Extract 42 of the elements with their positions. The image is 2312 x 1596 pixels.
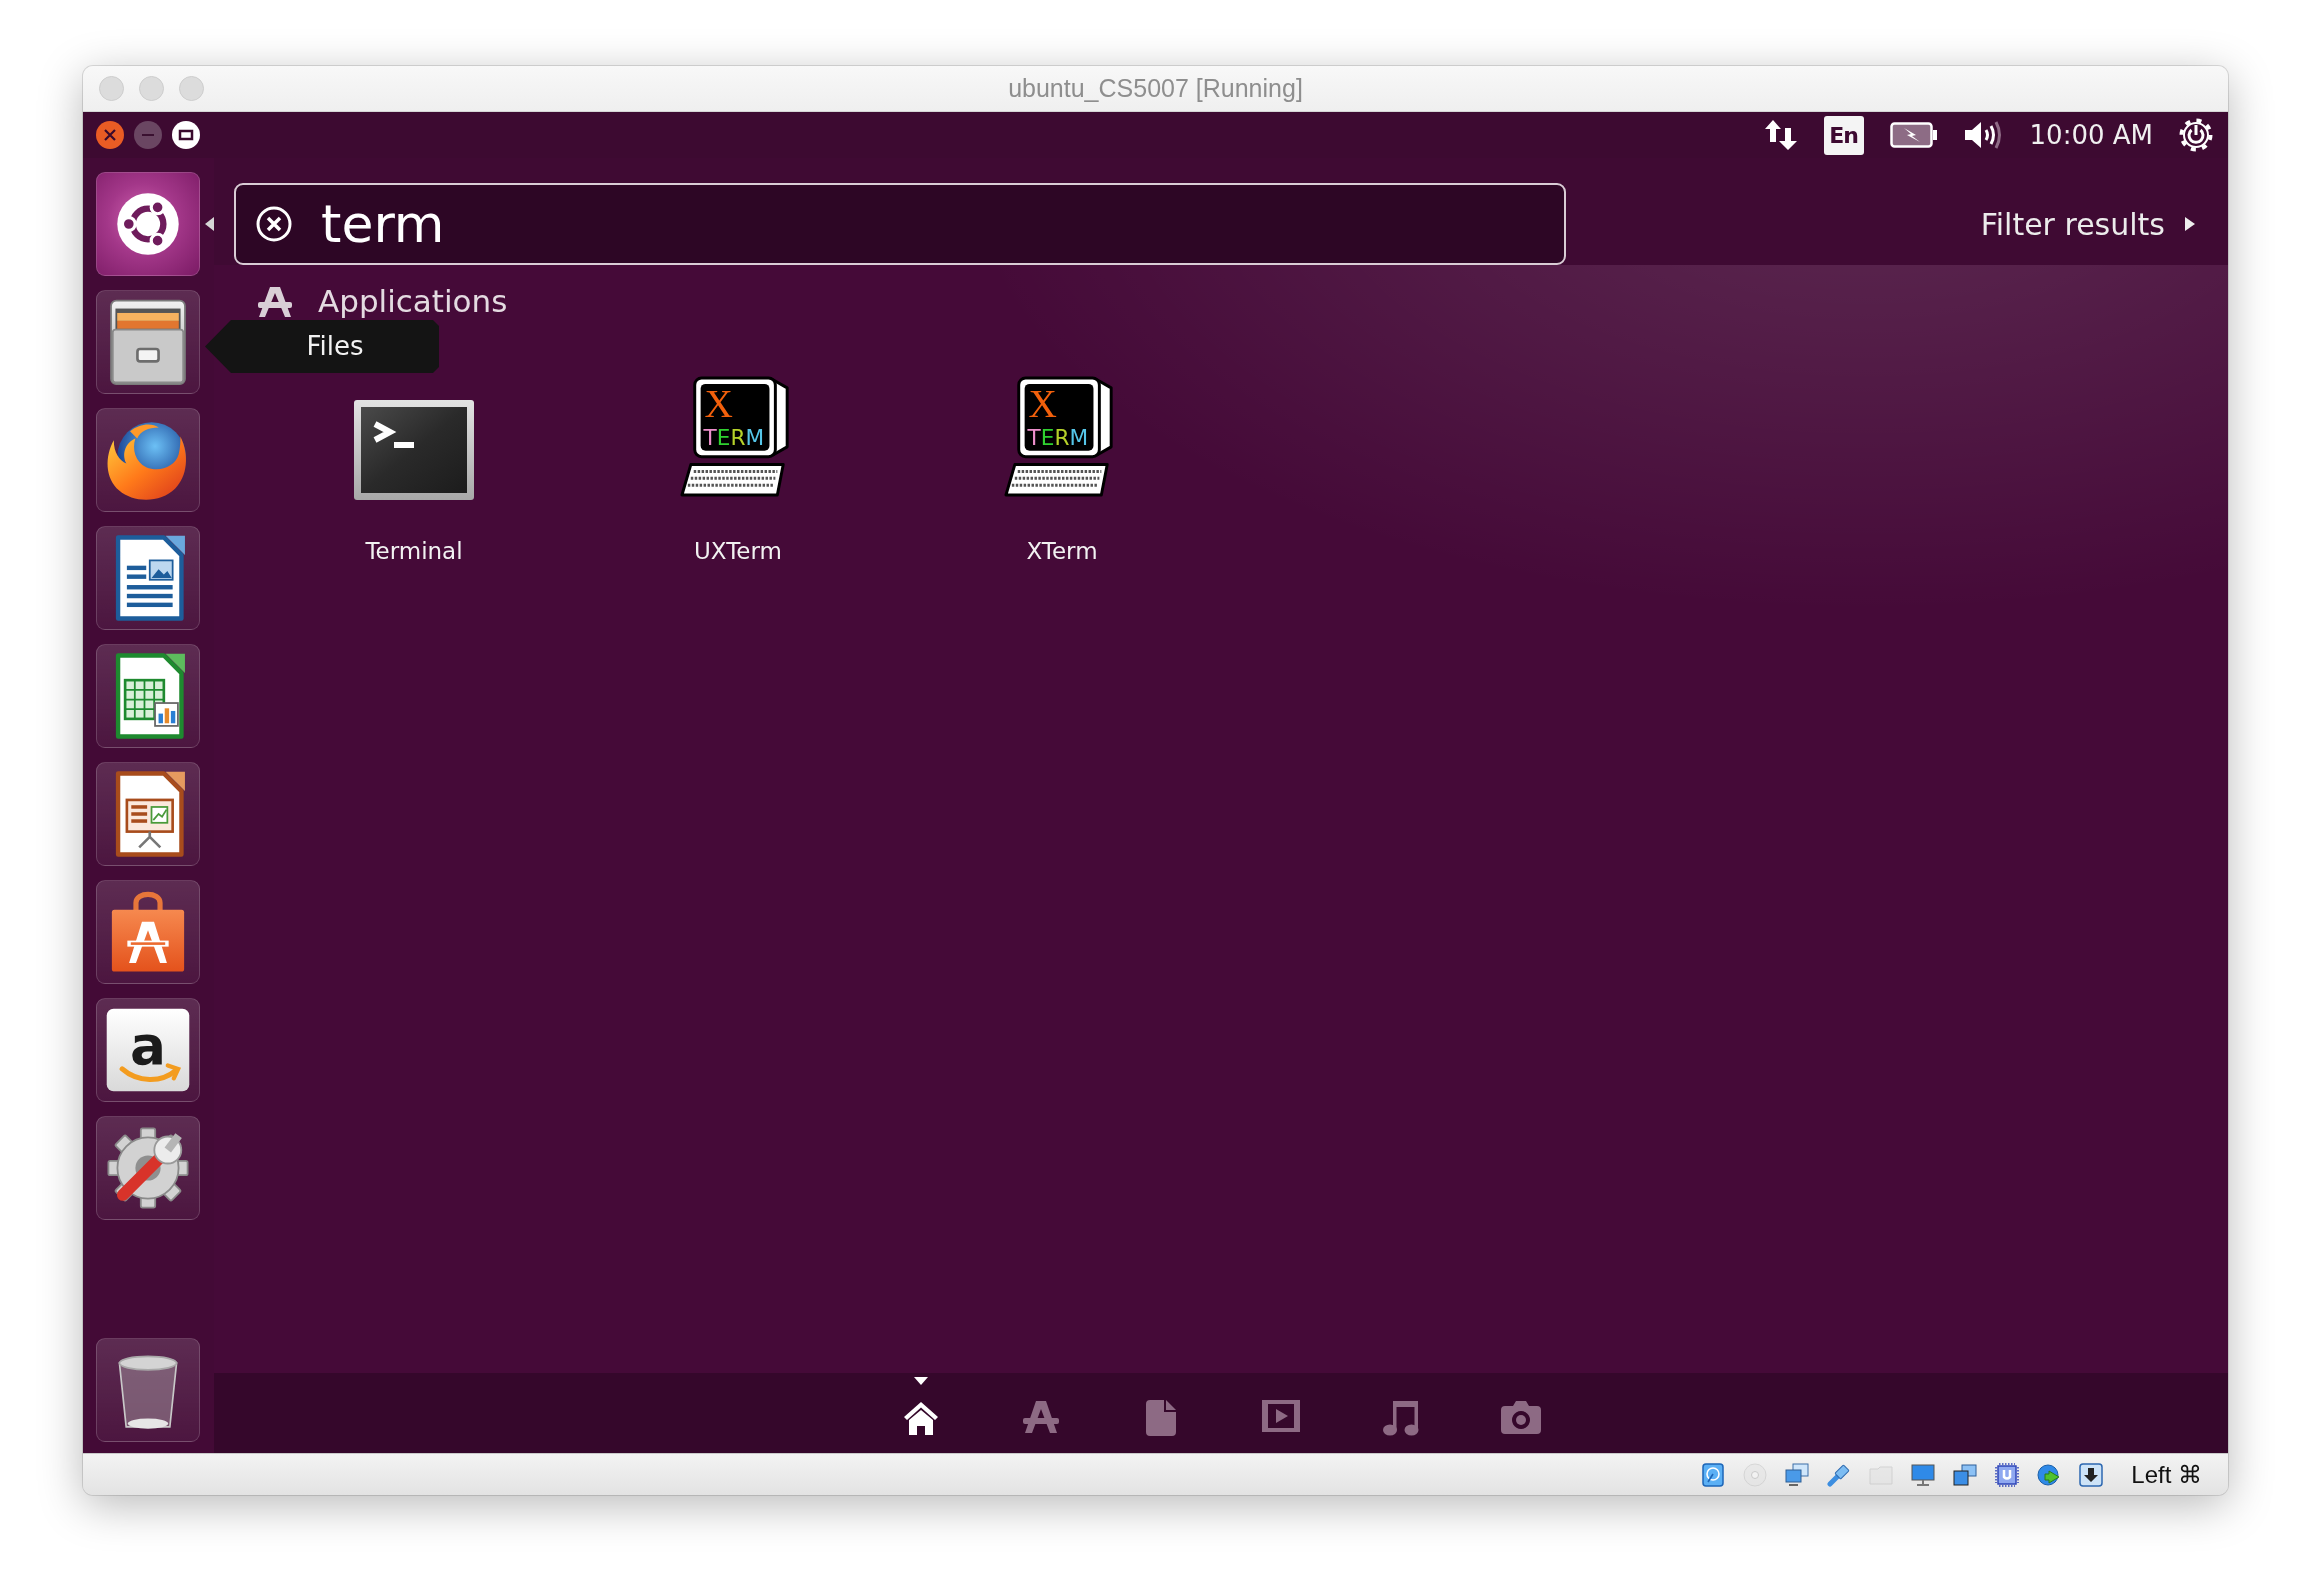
film-play-icon[interactable] (1262, 1400, 1300, 1432)
music-note-icon[interactable] (1383, 1400, 1419, 1436)
power-gear-icon[interactable] (2179, 118, 2213, 152)
a-frame-icon (258, 286, 292, 317)
windows-icon[interactable] (1953, 1462, 1978, 1487)
host-key-text: Left ⌘ (2131, 1459, 2202, 1490)
clear-icon[interactable] (256, 206, 292, 242)
launcher-button[interactable]: a (96, 998, 200, 1102)
app-result-button[interactable]: X TERM UXTerm (576, 372, 900, 566)
launcher-button[interactable] (96, 644, 200, 748)
monitor-icon[interactable] (1911, 1462, 1936, 1487)
launcher-button[interactable] (96, 526, 200, 630)
transfer-arrows-icon[interactable] (1763, 118, 1798, 152)
close-button[interactable] (96, 121, 124, 149)
launcher-button[interactable] (96, 762, 200, 866)
keyboard-layout-indicator[interactable]: En (1823, 115, 1864, 155)
home-icon[interactable] (903, 1400, 939, 1436)
maximize-button[interactable] (172, 121, 200, 149)
letter-smile-icon: a (105, 1007, 191, 1093)
window-title: ubuntu_CS5007 [Running] (1008, 72, 1303, 104)
ring-logo-icon (116, 192, 180, 256)
app-result-button[interactable]: Terminal (252, 372, 576, 566)
file-icon[interactable] (1146, 1400, 1176, 1436)
camera-icon[interactable] (1501, 1400, 1541, 1434)
tooltip: Files (205, 320, 439, 373)
usb-plug-icon[interactable] (1827, 1462, 1852, 1487)
terminal-prompt-icon (354, 400, 474, 500)
category-heading: Applications (318, 286, 508, 317)
launcher-button[interactable] (96, 880, 200, 984)
chip-icon[interactable] (1995, 1462, 2020, 1487)
launcher-button[interactable] (96, 408, 200, 512)
app-result-button[interactable]: X TERM XTerm (900, 372, 1224, 566)
caret-right-icon (2185, 217, 2195, 231)
launcher-button[interactable] (96, 1116, 200, 1220)
dash-home-button[interactable] (96, 172, 200, 276)
launcher-button[interactable] (96, 1338, 200, 1442)
network-monitors-icon[interactable] (1785, 1462, 1810, 1487)
launcher-button[interactable] (96, 290, 200, 394)
clock-text[interactable]: 10:00 AM (2029, 115, 2153, 155)
filter-results-button[interactable]: Filter results (1980, 201, 2195, 247)
a-frame-icon[interactable] (1023, 1400, 1059, 1434)
battery-icon[interactable] (1889, 122, 1938, 148)
